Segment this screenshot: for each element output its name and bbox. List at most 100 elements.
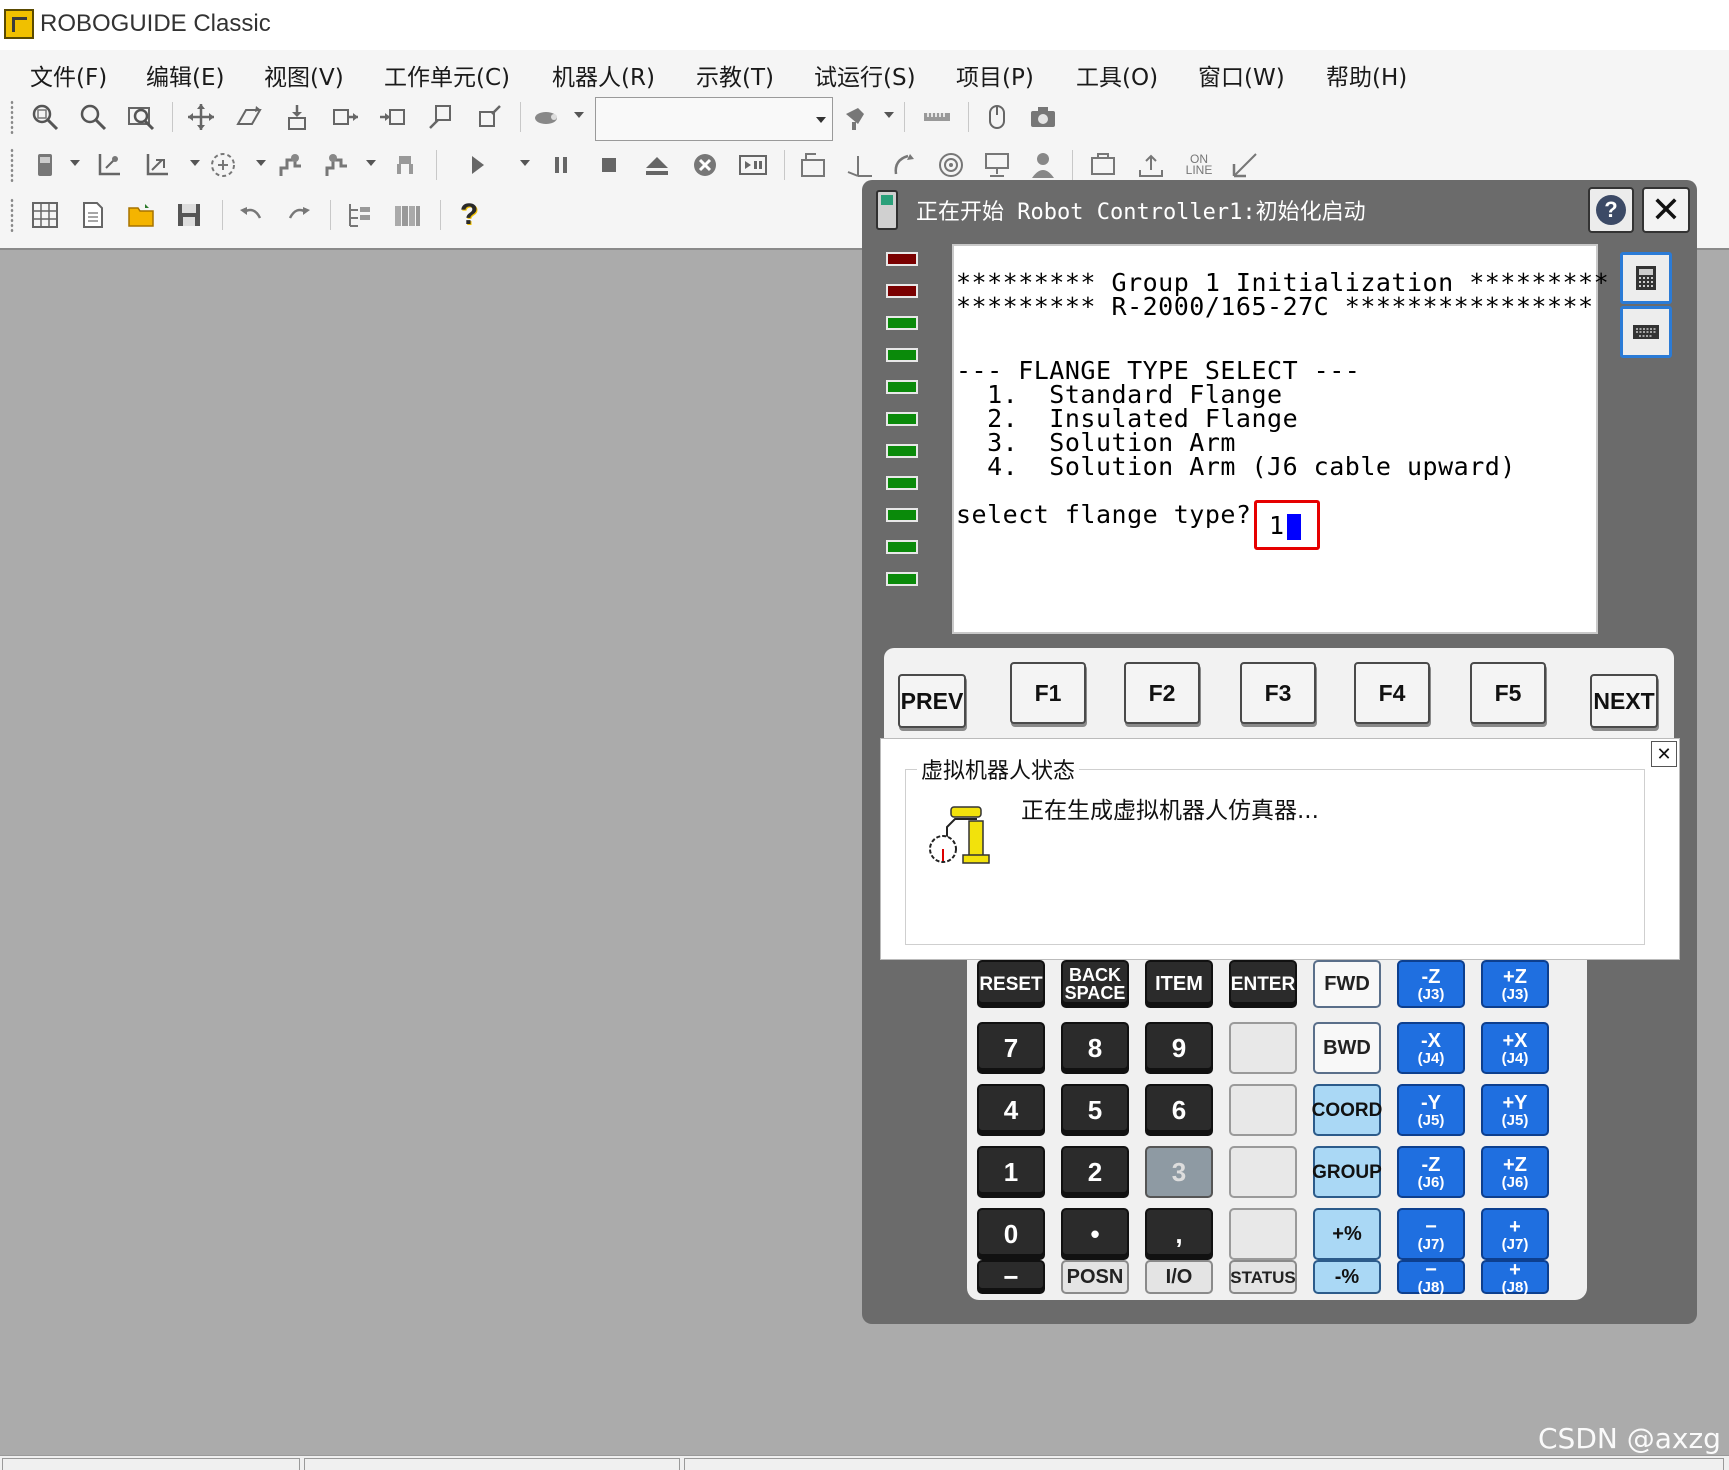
speed-down-key[interactable]: -% <box>1313 1260 1381 1294</box>
menu-project[interactable]: 项目(P) <box>952 56 1038 94</box>
digit-2-key[interactable]: 2 <box>1061 1146 1129 1198</box>
posn-key[interactable]: POSN <box>1061 1260 1129 1294</box>
record-icon[interactable] <box>206 148 240 182</box>
jog-minus-j5-key[interactable]: -Y (J5) <box>1397 1084 1465 1136</box>
pan-icon[interactable] <box>184 100 218 134</box>
undo-icon[interactable] <box>234 198 268 232</box>
open-folder-icon[interactable] <box>124 198 158 232</box>
pendant-close-button[interactable]: ✕ <box>1642 187 1690 233</box>
item-key[interactable]: ITEM <box>1145 960 1213 1008</box>
pause-icon[interactable] <box>544 148 578 182</box>
frame-axis-icon[interactable] <box>842 148 876 182</box>
jog-minus-j3-key[interactable]: -Z (J3) <box>1397 960 1465 1008</box>
io-key[interactable]: I/O <box>1145 1260 1213 1294</box>
bwd-key[interactable]: BWD <box>1313 1022 1381 1074</box>
blank-key[interactable] <box>1229 1084 1297 1136</box>
menu-robot[interactable]: 机器人(R) <box>548 56 659 94</box>
fwd-key[interactable]: FWD <box>1313 960 1381 1008</box>
orbit-icon[interactable] <box>888 148 922 182</box>
backspace-key[interactable]: BACK SPACE <box>1061 960 1129 1008</box>
run-panel-icon[interactable] <box>736 148 770 182</box>
coord-key[interactable]: COORD <box>1312 1084 1382 1136</box>
jog-plus-j8-key[interactable]: + (J8) <box>1481 1260 1549 1295</box>
menu-view[interactable]: 视图(V) <box>260 56 348 94</box>
toolbar-grip[interactable] <box>10 148 14 182</box>
jog-plus-j5-key[interactable]: +Y (J5) <box>1481 1084 1549 1136</box>
teach-pendant-dropdown-icon[interactable] <box>70 160 80 166</box>
blank-key[interactable] <box>1229 1146 1297 1198</box>
digit-7-key[interactable]: 7 <box>977 1022 1045 1074</box>
toolbar-grip[interactable] <box>10 198 14 232</box>
menu-window[interactable]: 窗口(W) <box>1194 56 1289 94</box>
blank-key[interactable] <box>1229 1208 1297 1260</box>
digit-4-key[interactable]: 4 <box>977 1084 1045 1136</box>
camera-icon[interactable] <box>1026 100 1060 134</box>
record-dropdown-icon[interactable] <box>256 160 266 166</box>
status-key[interactable]: STATUS <box>1229 1260 1297 1294</box>
menu-edit[interactable]: 编辑(E) <box>142 56 228 94</box>
jog-frame-icon[interactable] <box>140 148 174 182</box>
upload-icon[interactable] <box>1134 148 1168 182</box>
jog-frame-dropdown-icon[interactable] <box>190 160 200 166</box>
menu-file[interactable]: 文件(F) <box>26 56 111 94</box>
zoom-window-icon[interactable] <box>28 100 62 134</box>
abort-icon[interactable] <box>688 148 722 182</box>
mouse-command-icon[interactable] <box>980 100 1014 134</box>
pendant-help-button[interactable]: ? <box>1588 187 1634 233</box>
menu-tools[interactable]: 工具(O) <box>1072 56 1162 94</box>
teach-pendant-icon[interactable] <box>28 148 62 182</box>
io-panel-icon[interactable] <box>1086 148 1120 182</box>
cell-browser-icon[interactable] <box>796 148 830 182</box>
decimal-point-key[interactable]: • <box>1061 1208 1129 1260</box>
jog-minus-j7-key[interactable]: − (J7) <box>1397 1208 1465 1260</box>
camera-dropdown-icon[interactable] <box>574 112 584 118</box>
jog-plus-j6-key[interactable]: +Z (J6) <box>1481 1146 1549 1198</box>
menu-test-run[interactable]: 试运行(S) <box>810 56 920 94</box>
menu-help[interactable]: 帮助(H) <box>1322 56 1411 94</box>
pendant-screen[interactable]: ********* Group 1 Initialization *******… <box>952 244 1609 634</box>
minus-key[interactable]: − <box>977 1260 1045 1294</box>
menu-teach[interactable]: 示教(T) <box>692 56 778 94</box>
eject-icon[interactable] <box>640 148 674 182</box>
zoom-fit-icon[interactable] <box>124 100 158 134</box>
f5-key[interactable]: F5 <box>1470 662 1546 724</box>
robot-group2-icon[interactable] <box>320 148 354 182</box>
jog-plus-j4-key[interactable]: +X (J4) <box>1481 1022 1549 1074</box>
blank-key[interactable] <box>1229 1022 1297 1074</box>
user-icon[interactable] <box>1026 148 1060 182</box>
tree-view-icon[interactable] <box>342 198 376 232</box>
monitor-icon[interactable] <box>980 148 1014 182</box>
library-icon[interactable] <box>390 198 424 232</box>
digit-9-key[interactable]: 9 <box>1145 1022 1213 1074</box>
prev-key[interactable]: PREV <box>898 674 966 728</box>
f3-key[interactable]: F3 <box>1240 662 1316 724</box>
digit-8-key[interactable]: 8 <box>1061 1022 1129 1074</box>
next-key[interactable]: NEXT <box>1590 674 1658 728</box>
play-dropdown-icon[interactable] <box>520 160 530 166</box>
light-dropdown-icon[interactable] <box>884 112 894 118</box>
pendant-title-bar[interactable]: 正在开始 Robot Controller1:初始化启动 ? ✕ <box>862 180 1697 238</box>
jog-minus-j6-key[interactable]: -Z (J6) <box>1397 1146 1465 1198</box>
target-icon[interactable] <box>934 148 968 182</box>
view-select[interactable] <box>595 97 833 141</box>
f2-key[interactable]: F2 <box>1124 662 1200 724</box>
rotate-view-icon[interactable] <box>232 100 266 134</box>
digit-0-key[interactable]: 0 <box>977 1208 1045 1260</box>
redo-icon[interactable] <box>282 198 316 232</box>
f1-key[interactable]: F1 <box>1010 662 1086 724</box>
view-top-icon[interactable] <box>280 100 314 134</box>
keyboard-toggle-button[interactable] <box>1620 306 1672 358</box>
digit-1-key[interactable]: 1 <box>977 1146 1045 1198</box>
measure-icon[interactable] <box>920 100 954 134</box>
digit-5-key[interactable]: 5 <box>1061 1084 1129 1136</box>
zoom-icon[interactable] <box>76 100 110 134</box>
jog-minus-j8-key[interactable]: − (J8) <box>1397 1260 1465 1295</box>
menu-workcell[interactable]: 工作单元(C) <box>380 56 514 94</box>
status-close-button[interactable]: ✕ <box>1651 741 1677 767</box>
comma-key[interactable]: , <box>1145 1208 1213 1260</box>
view-iso2-icon[interactable] <box>472 100 506 134</box>
help-question-icon[interactable]: ? <box>452 198 486 232</box>
jog-minus-j4-key[interactable]: -X (J4) <box>1397 1022 1465 1074</box>
jog-plus-j7-key[interactable]: + (J7) <box>1481 1208 1549 1260</box>
online-button[interactable]: ON LINE <box>1182 148 1216 182</box>
